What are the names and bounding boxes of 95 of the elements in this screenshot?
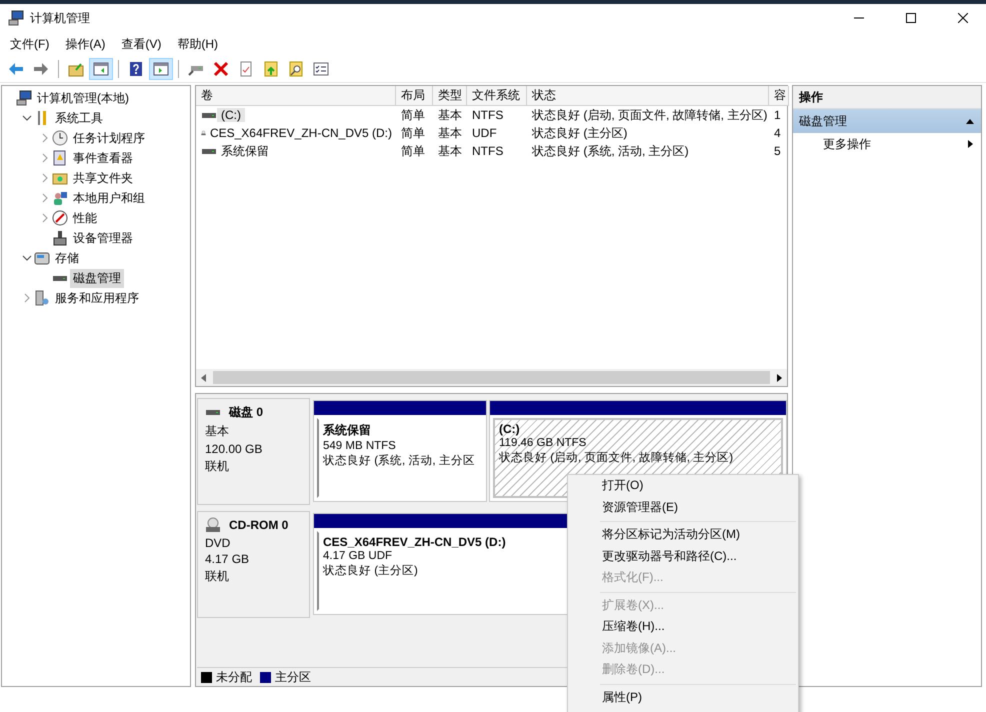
table-cell: 状态良好 (主分区) xyxy=(532,124,628,142)
horizontal-scrollbar[interactable] xyxy=(196,369,787,386)
storage-icon xyxy=(34,250,50,266)
tree-item[interactable]: 磁盘管理 xyxy=(70,268,124,288)
device-icon xyxy=(52,230,68,246)
partition-size: 549 MB NTFS xyxy=(323,440,396,452)
disk-state: 联机 xyxy=(205,458,230,475)
partition-size: 4.17 GB UDF xyxy=(323,550,392,562)
tree-item[interactable]: 事件查看器 xyxy=(70,148,136,168)
tree-item[interactable]: 共享文件夹 xyxy=(70,168,136,188)
column-header[interactable]: 状态 xyxy=(527,86,769,106)
tree-item[interactable]: 性能 xyxy=(70,208,100,228)
legend-label: 主分区 xyxy=(275,668,311,686)
partition-status: 状态良好 (启动, 页面文件, 故障转储, 主分区) xyxy=(499,450,734,465)
tree-item[interactable]: 存储 xyxy=(52,248,82,268)
column-header[interactable]: 布局 xyxy=(396,86,433,106)
maximize-icon xyxy=(906,13,916,23)
gauge-icon xyxy=(52,210,68,226)
table-cell: NTFS xyxy=(472,108,504,122)
disk-size: 120.00 GB xyxy=(205,442,264,456)
partition-name: CES_X64FREV_ZH-CN_DV5 (D:) xyxy=(323,535,506,549)
column-header[interactable]: 容 xyxy=(769,86,789,106)
partition-status: 状态良好 (主分区) xyxy=(323,563,418,578)
help-icon xyxy=(128,61,144,77)
table-cell: 基本 xyxy=(438,124,462,142)
tree-item[interactable]: 系统工具 xyxy=(52,108,106,128)
table-cell: 状态良好 (启动, 页面文件, 故障转储, 主分区) xyxy=(532,106,768,124)
tree-item[interactable]: 任务计划程序 xyxy=(70,128,148,148)
table-cell: 5 xyxy=(774,144,781,158)
pane-icon xyxy=(93,61,109,77)
menu-item[interactable]: 压缩卷(H)... xyxy=(568,616,798,638)
back-arrow-icon xyxy=(8,61,24,77)
partition-name: (C:) xyxy=(499,422,520,436)
computer-icon xyxy=(16,90,32,106)
menu-item[interactable]: 文件(F) xyxy=(2,36,58,52)
folder-upload-icon xyxy=(263,61,279,77)
disk-state: 联机 xyxy=(205,568,230,585)
disk-type: DVD xyxy=(205,536,232,550)
table-cell: 简单 xyxy=(401,106,425,124)
window-title: 计算机管理 xyxy=(30,10,91,26)
users-icon xyxy=(52,190,68,206)
table-cell: 基本 xyxy=(438,142,462,160)
disk-size: 4.17 GB xyxy=(205,552,250,566)
partition-block[interactable]: 系统保留 549 MB NTFS 状态良好 (系统, 活动, 主分区 xyxy=(313,400,487,502)
disk-type: 基本 xyxy=(205,423,230,440)
action-item[interactable]: 更多操作 xyxy=(793,133,981,155)
table-cell: 简单 xyxy=(401,124,425,142)
folder-icon xyxy=(68,61,84,77)
pane-icon xyxy=(153,61,169,77)
table-cell: UDF xyxy=(472,126,497,140)
table-cell[interactable]: (C:) xyxy=(217,108,245,122)
column-header[interactable]: 文件系统 xyxy=(467,86,527,106)
checklist-icon xyxy=(313,61,329,77)
partition-name: 系统保留 xyxy=(323,422,371,439)
table-cell: 状态良好 (系统, 活动, 主分区) xyxy=(532,142,689,160)
services-icon xyxy=(34,290,50,306)
toolbar-button[interactable] xyxy=(89,58,113,80)
submenu-arrow-icon xyxy=(965,139,975,149)
actions-section[interactable]: 磁盘管理 xyxy=(793,109,981,133)
table-cell: 4 xyxy=(774,126,781,140)
legend-label: 未分配 xyxy=(216,668,252,686)
table-cell: 1 xyxy=(774,108,781,122)
computer-icon xyxy=(8,10,24,26)
menu-item[interactable]: 帮助(H) xyxy=(169,36,226,52)
tree-item[interactable]: 本地用户和组 xyxy=(70,188,148,208)
disk-name: CD-ROM 0 xyxy=(229,518,288,532)
actions-header: 操作 xyxy=(793,86,981,109)
tree-item[interactable]: 服务和应用程序 xyxy=(52,288,142,308)
table-cell: 简单 xyxy=(401,142,425,160)
log-book-icon xyxy=(52,150,68,166)
toolbar-button[interactable] xyxy=(149,58,173,80)
table-cell: NTFS xyxy=(472,144,504,158)
tree-item[interactable]: 设备管理器 xyxy=(70,228,136,248)
column-header[interactable]: 类型 xyxy=(433,86,467,106)
table-cell: 基本 xyxy=(438,106,462,124)
cd-drive-icon xyxy=(205,517,221,533)
clock-icon xyxy=(52,130,68,146)
table-cell[interactable]: 系统保留 xyxy=(217,142,273,160)
expand-chevron-icon xyxy=(22,293,32,303)
partition-size: 119.46 GB NTFS xyxy=(499,437,586,449)
document-check-icon xyxy=(238,61,254,77)
folder-search-icon xyxy=(288,61,304,77)
column-header[interactable]: 卷 xyxy=(196,86,396,106)
tree-item[interactable]: 计算机管理(本地) xyxy=(34,88,132,108)
collapse-chevron-icon xyxy=(22,113,32,123)
table-cell[interactable]: CES_X64FREV_ZH-CN_DV5 (D:) xyxy=(206,126,396,140)
disk-name: 磁盘 0 xyxy=(229,404,264,420)
menu-item[interactable]: 操作(A) xyxy=(57,36,114,52)
partition-status: 状态良好 (系统, 活动, 主分区 xyxy=(323,453,475,468)
delete-icon xyxy=(213,61,229,77)
menu-item[interactable]: 属性(P) xyxy=(568,686,798,708)
collapse-chevron-icon xyxy=(22,253,32,263)
close-icon xyxy=(958,13,968,23)
forward-arrow-icon xyxy=(33,61,49,77)
menu-item[interactable]: 查看(V) xyxy=(113,36,170,52)
